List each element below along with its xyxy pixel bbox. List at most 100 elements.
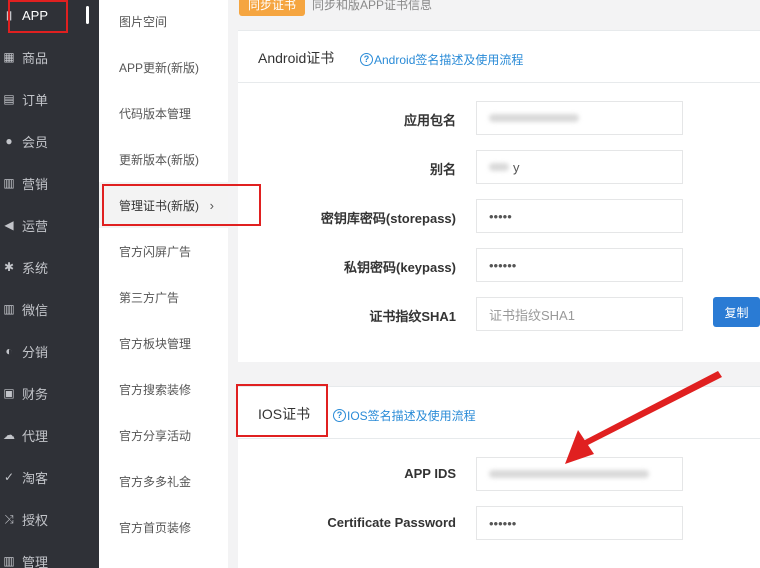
nav-item-wechat[interactable]: ▥ 微信 — [0, 288, 99, 330]
submenu-item-search-decor[interactable]: 官方搜索装修 — [99, 366, 228, 412]
form-row-package: 应用包名 — [238, 101, 760, 135]
operation-icon: ◀ — [4, 218, 14, 232]
nav-item-goods[interactable]: ▦ 商品 — [0, 36, 99, 78]
submenu-item-code-version[interactable]: 代码版本管理 — [99, 90, 228, 136]
sha1-input[interactable]: 证书指纹SHA1 — [476, 297, 683, 331]
form-row-app-ids: APP IDS — [238, 457, 760, 491]
nav-label: 财务 — [22, 386, 49, 402]
submenu-label: 更新版本(新版) — [119, 152, 199, 167]
submenu-label: 官方闪屏广告 — [119, 244, 192, 259]
app-ids-input[interactable] — [476, 457, 683, 491]
android-panel-header: Android证书 ? Android签名描述及使用流程 — [238, 31, 760, 83]
submenu-item-share-activity[interactable]: 官方分享活动 — [99, 412, 228, 458]
main-content: 同步证书 同步和版APP证书信息 Android证书 ? Android签名描述… — [228, 0, 760, 568]
main-nav: ▮ APP ▦ 商品 ▤ 订单 ● 会员 ▥ 营销 ◀ 运营 ✱ 系统 ▥ 微信 ◐ 分销 ▣ 财务… — [0, 0, 99, 568]
submenu-item-app-update[interactable]: APP更新(新版) — [99, 44, 228, 90]
package-name-input[interactable] — [476, 101, 683, 135]
sync-description: 同步和版APP证书信息 — [312, 0, 433, 12]
nav-label: 管理 — [22, 554, 49, 568]
field-value: •••••• — [489, 515, 517, 531]
field-label: 别名 — [429, 162, 456, 177]
field-label: APP IDS — [404, 466, 456, 481]
submenu-label: 官方多多礼金 — [119, 474, 192, 489]
submenu-label: APP更新(新版) — [119, 60, 200, 75]
form-row-sha1: 证书指纹SHA1 证书指纹SHA1 复制 — [238, 297, 760, 331]
nav-item-distribution[interactable]: ◐ 分销 — [0, 330, 99, 372]
ios-help-link[interactable]: ? IOS签名描述及使用流程 — [333, 407, 476, 424]
submenu-label: 官方分享活动 — [119, 428, 192, 443]
field-label: 应用包名 — [403, 113, 456, 128]
android-cert-panel: Android证书 ? Android签名描述及使用流程 应用包名 别名 y 密… — [238, 30, 760, 362]
form-row-alias: 别名 y — [238, 150, 760, 184]
submenu-label: 图片空间 — [119, 14, 168, 29]
authorize-icon: ⤨ — [4, 511, 14, 526]
marketing-icon: ▥ — [3, 176, 15, 190]
cert-password-input[interactable]: •••••• — [476, 506, 683, 540]
submenu-item-home-decor[interactable]: 官方首页装修 — [99, 504, 228, 550]
agent-icon: ☁ — [3, 428, 15, 442]
field-placeholder: 证书指纹SHA1 — [489, 307, 575, 323]
nav-label: 分销 — [22, 344, 49, 360]
finance-icon: ▣ — [3, 386, 15, 400]
member-icon: ● — [5, 134, 13, 148]
copy-button[interactable]: 复制 — [713, 297, 760, 327]
submenu-item-block-manage[interactable]: 官方板块管理 — [99, 320, 228, 366]
form-row-storepass: 密钥库密码(storepass) ••••• — [238, 199, 760, 233]
sub-menu: 图片空间 APP更新(新版) 代码版本管理 更新版本(新版) 管理证书(新版) ›… — [99, 0, 228, 568]
field-value: ••••• — [489, 208, 512, 224]
android-help-link[interactable]: ? Android签名描述及使用流程 — [360, 51, 523, 68]
nav-item-taoke[interactable]: ✓ 淘客 — [0, 456, 99, 498]
field-label: 私钥密码(keypass) — [344, 260, 456, 275]
nav-label: 微信 — [22, 302, 49, 318]
field-value: y — [513, 159, 520, 175]
submenu-item-duoduo-gift[interactable]: 官方多多礼金 — [99, 458, 228, 504]
redacted-value — [489, 163, 509, 171]
nav-item-manage[interactable]: ▥ 管理 — [0, 540, 99, 568]
nav-item-agent[interactable]: ☁ 代理 — [0, 414, 99, 456]
nav-label: 运营 — [22, 218, 49, 234]
keypass-input[interactable]: •••••• — [476, 248, 683, 282]
submenu-item-third-party-ad[interactable]: 第三方广告 — [99, 274, 228, 320]
question-icon: ? — [333, 409, 346, 422]
field-label: Certificate Password — [327, 515, 456, 530]
help-link-text: Android签名描述及使用流程 — [374, 53, 524, 67]
form-row-keypass: 私钥密码(keypass) •••••• — [238, 248, 760, 282]
field-label: 证书指纹SHA1 — [369, 309, 456, 324]
nav-item-member[interactable]: ● 会员 — [0, 120, 99, 162]
field-value: •••••• — [489, 257, 517, 273]
storepass-input[interactable]: ••••• — [476, 199, 683, 233]
submenu-item-splash-ad[interactable]: 官方闪屏广告 — [99, 228, 228, 274]
sync-cert-button[interactable]: 同步证书 — [239, 0, 305, 16]
help-link-text: IOS签名描述及使用流程 — [347, 409, 476, 423]
order-icon: ▤ — [3, 92, 15, 106]
annotation-box-ios-title — [236, 384, 328, 437]
submenu-label: 第三方广告 — [119, 290, 180, 305]
redacted-value — [489, 470, 649, 478]
nav-item-system[interactable]: ✱ 系统 — [0, 246, 99, 288]
nav-item-finance[interactable]: ▣ 财务 — [0, 372, 99, 414]
submenu-item-update-version[interactable]: 更新版本(新版) — [99, 136, 228, 182]
nav-label: 商品 — [22, 50, 49, 66]
submenu-label: 官方首页装修 — [119, 520, 192, 535]
nav-label: 代理 — [22, 428, 49, 444]
manage-icon: ▥ — [3, 554, 15, 568]
taoke-icon: ✓ — [3, 470, 15, 484]
nav-label: 授权 — [22, 512, 49, 528]
annotation-box-app — [8, 0, 68, 33]
system-icon: ✱ — [3, 260, 15, 274]
field-label: 密钥库密码(storepass) — [320, 211, 456, 226]
alias-input[interactable]: y — [476, 150, 683, 184]
nav-item-authorize[interactable]: ⤨ 授权 — [0, 498, 99, 540]
nav-label: 营销 — [22, 176, 49, 192]
annotation-box-manage-cert — [102, 184, 261, 226]
nav-item-operation[interactable]: ◀ 运营 — [0, 204, 99, 246]
nav-item-marketing[interactable]: ▥ 营销 — [0, 162, 99, 204]
distribution-icon: ◐ — [5, 344, 13, 358]
goods-icon: ▦ — [3, 50, 15, 64]
submenu-label: 官方板块管理 — [119, 336, 192, 351]
question-icon: ? — [360, 53, 373, 66]
android-panel-title: Android证书 — [258, 50, 335, 66]
nav-item-order[interactable]: ▤ 订单 — [0, 78, 99, 120]
submenu-item-image-space[interactable]: 图片空间 — [99, 0, 228, 44]
submenu-label: 代码版本管理 — [119, 106, 192, 121]
